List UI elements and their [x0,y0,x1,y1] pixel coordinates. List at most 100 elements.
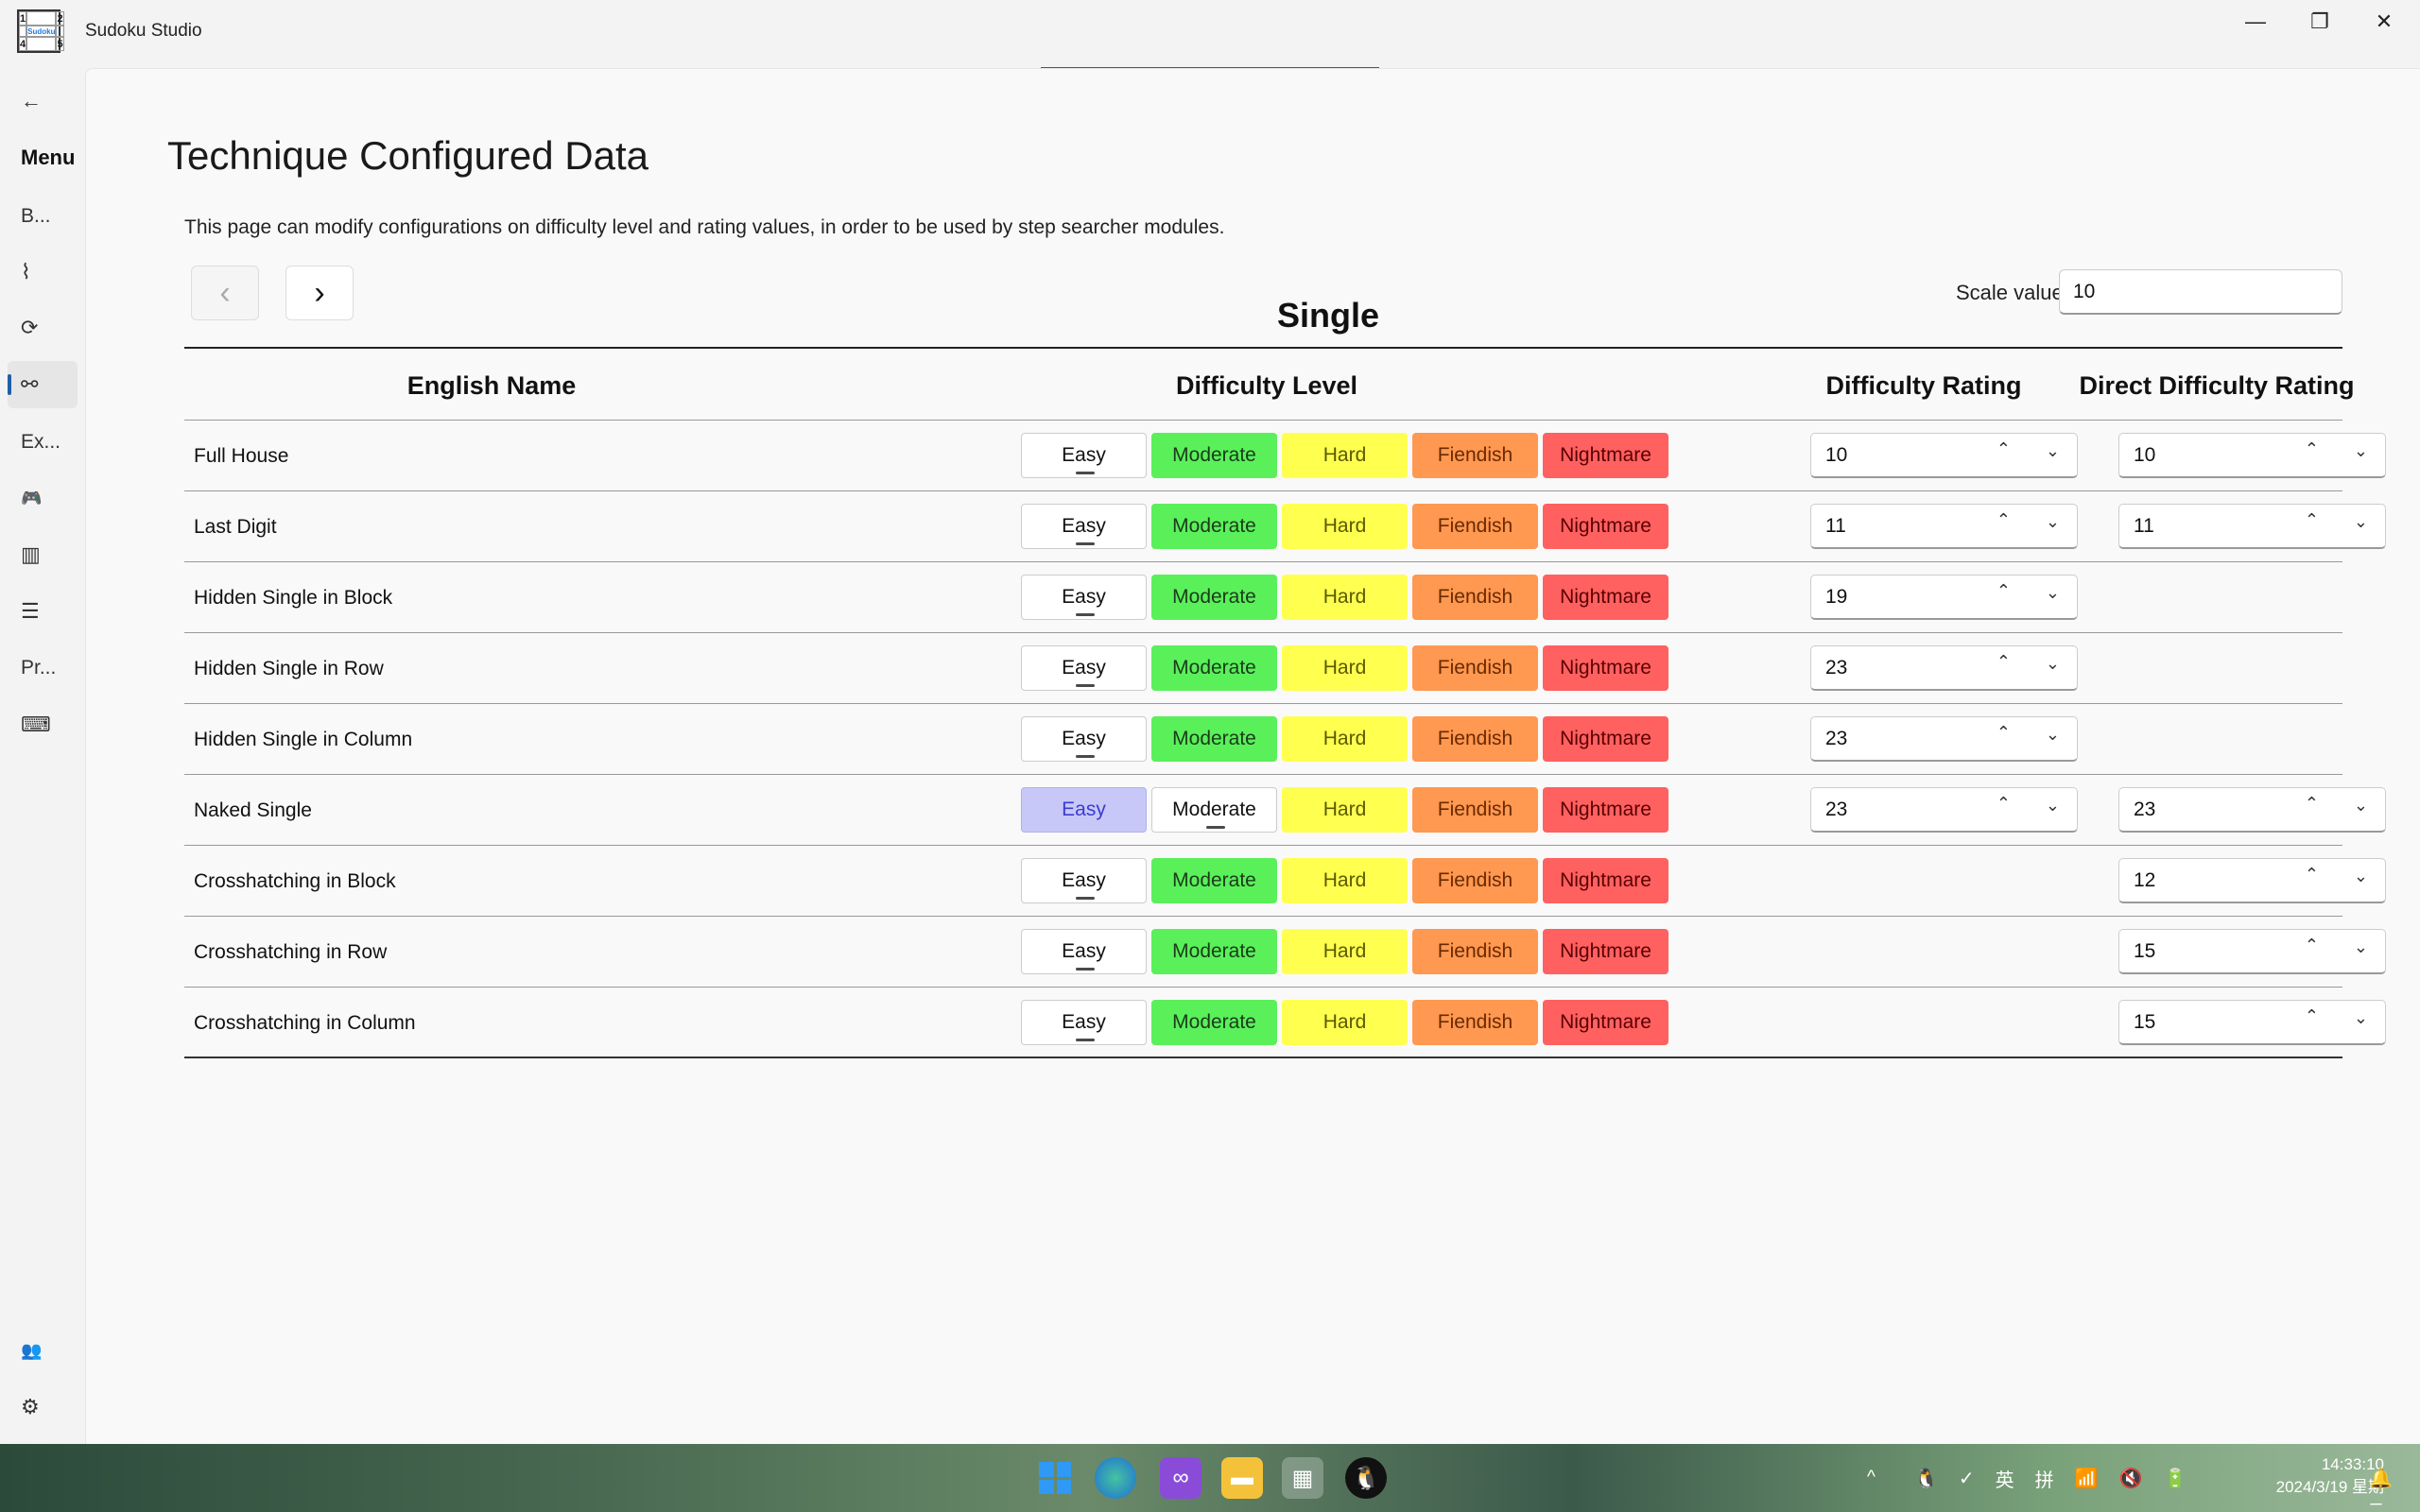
nav-item-library[interactable]: ▥ [8,531,78,578]
difficulty-fiendish-button[interactable]: Fiendish [1412,858,1538,903]
difficulty-moderate-button[interactable]: Moderate [1151,716,1277,762]
chevron-down-icon[interactable]: ⌄ [2354,796,2368,816]
difficulty-nightmare-button[interactable]: Nightmare [1543,716,1668,762]
difficulty-easy-button[interactable]: Easy [1021,433,1147,478]
direct-difficulty-rating-input[interactable]: 15 ⌃ ⌄ [2118,1000,2386,1045]
input-method-icon[interactable]: 拼 [2035,1465,2054,1492]
difficulty-nightmare-button[interactable]: Nightmare [1543,504,1668,549]
difficulty-moderate-button[interactable]: Moderate [1151,1000,1277,1045]
chevron-up-icon[interactable]: ⌃ [2305,865,2319,885]
file-explorer-icon[interactable]: ▬ [1221,1457,1263,1499]
scale-value-input[interactable]: 10 [2059,269,2342,315]
nav-item-game[interactable]: 🎮 [8,474,78,522]
difficulty-moderate-button[interactable]: Moderate [1151,645,1277,691]
chevron-up-icon[interactable]: ⌃ [1996,439,2011,459]
nav-item-list[interactable]: ☰ [8,588,78,635]
difficulty-easy-button[interactable]: Easy [1021,645,1147,691]
difficulty-nightmare-button[interactable]: Nightmare [1543,645,1668,691]
difficulty-fiendish-button[interactable]: Fiendish [1412,504,1538,549]
visual-studio-icon[interactable]: ∞ [1160,1457,1201,1499]
chevron-down-icon[interactable]: ⌄ [2354,937,2368,957]
chevron-up-icon[interactable]: ⌃ [1996,652,2011,672]
wifi-icon[interactable]: 📶 [2075,1467,2099,1490]
difficulty-easy-button[interactable]: Easy [1021,858,1147,903]
difficulty-nightmare-button[interactable]: Nightmare [1543,929,1668,974]
qq-icon[interactable]: 🐧 [1345,1457,1387,1499]
difficulty-easy-button[interactable]: Easy [1021,1000,1147,1045]
difficulty-moderate-button[interactable]: Moderate [1151,504,1277,549]
previous-page-button[interactable]: ‹ [191,266,259,320]
direct-difficulty-rating-input[interactable]: 10 ⌃ ⌄ [2118,433,2386,478]
difficulty-moderate-button[interactable]: Moderate [1151,858,1277,903]
difficulty-easy-button[interactable]: Easy [1021,504,1147,549]
difficulty-hard-button[interactable]: Hard [1282,858,1408,903]
difficulty-easy-button[interactable]: Easy [1021,575,1147,620]
chevron-up-icon[interactable]: ⌃ [1996,723,2011,743]
direct-difficulty-rating-input[interactable]: 11 ⌃ ⌄ [2118,504,2386,549]
chevron-up-icon[interactable]: ⌃ [2305,794,2319,814]
difficulty-fiendish-button[interactable]: Fiendish [1412,433,1538,478]
next-page-button[interactable]: › [285,266,354,320]
difficulty-rating-input[interactable]: 23 ⌃ ⌄ [1810,787,2078,833]
difficulty-hard-button[interactable]: Hard [1282,504,1408,549]
maximize-button[interactable]: ❐ [2288,0,2352,43]
difficulty-fiendish-button[interactable]: Fiendish [1412,1000,1538,1045]
difficulty-nightmare-button[interactable]: Nightmare [1543,433,1668,478]
nav-item-technique[interactable]: ⚯ [8,361,78,408]
difficulty-nightmare-button[interactable]: Nightmare [1543,787,1668,833]
chevron-up-icon[interactable]: ⌃ [1996,510,2011,530]
minimize-button[interactable]: — [2223,0,2288,43]
difficulty-rating-input[interactable]: 19 ⌃ ⌄ [1810,575,2078,620]
chevron-up-icon[interactable]: ⌃ [2305,1006,2319,1026]
difficulty-easy-button[interactable]: Easy [1021,929,1147,974]
difficulty-rating-input[interactable]: 10 ⌃ ⌄ [1810,433,2078,478]
app-tray-icon[interactable]: ✓ [1959,1467,1975,1490]
nav-item-extra[interactable]: Ex... [8,419,78,466]
difficulty-hard-button[interactable]: Hard [1282,433,1408,478]
difficulty-hard-button[interactable]: Hard [1282,929,1408,974]
clock[interactable]: 14:33:10 2024/3/19 星期二 [2261,1453,2384,1512]
chevron-up-icon[interactable]: ⌃ [2305,936,2319,955]
back-button[interactable]: ← [8,77,78,125]
difficulty-hard-button[interactable]: Hard [1282,1000,1408,1045]
difficulty-nightmare-button[interactable]: Nightmare [1543,575,1668,620]
edge-icon[interactable] [1095,1457,1136,1499]
nav-item-preference[interactable]: Pr... [8,644,78,692]
difficulty-fiendish-button[interactable]: Fiendish [1412,645,1538,691]
difficulty-rating-input[interactable]: 23 ⌃ ⌄ [1810,716,2078,762]
chevron-up-icon[interactable]: ⌃ [1996,581,2011,601]
battery-icon[interactable]: 🔋 [2163,1467,2187,1490]
chevron-down-icon[interactable]: ⌄ [2354,867,2368,886]
difficulty-moderate-button[interactable]: Moderate [1151,433,1277,478]
chevron-down-icon[interactable]: ⌄ [2046,796,2060,816]
difficulty-hard-button[interactable]: Hard [1282,787,1408,833]
difficulty-moderate-button[interactable]: Moderate [1151,929,1277,974]
difficulty-rating-input[interactable]: 23 ⌃ ⌄ [1810,645,2078,691]
chevron-down-icon[interactable]: ⌄ [2046,583,2060,603]
difficulty-moderate-button[interactable]: Moderate [1151,787,1277,833]
difficulty-rating-input[interactable]: 11 ⌃ ⌄ [1810,504,2078,549]
sudoku-studio-icon[interactable]: ▦ [1282,1457,1323,1499]
chevron-down-icon[interactable]: ⌄ [2354,441,2368,461]
notification-bell-icon[interactable]: 🔔 [2369,1467,2393,1490]
tray-overflow-chevron[interactable]: ^ [1867,1444,1876,1512]
nav-item-basic[interactable]: B... [8,193,78,240]
chevron-down-icon[interactable]: ⌄ [2046,441,2060,461]
difficulty-easy-button[interactable]: Easy [1021,787,1147,833]
direct-difficulty-rating-input[interactable]: 23 ⌃ ⌄ [2118,787,2386,833]
difficulty-nightmare-button[interactable]: Nightmare [1543,858,1668,903]
difficulty-fiendish-button[interactable]: Fiendish [1412,787,1538,833]
nav-item-settings[interactable]: ⚙ [8,1383,78,1431]
start-icon[interactable] [1034,1457,1076,1499]
chevron-up-icon[interactable]: ⌃ [1996,794,2011,814]
chevron-down-icon[interactable]: ⌄ [2046,654,2060,674]
difficulty-fiendish-button[interactable]: Fiendish [1412,575,1538,620]
qq-tray-icon[interactable]: 🐧 [1914,1467,1938,1490]
difficulty-moderate-button[interactable]: Moderate [1151,575,1277,620]
chevron-up-icon[interactable]: ⌃ [2305,439,2319,459]
difficulty-hard-button[interactable]: Hard [1282,575,1408,620]
chevron-down-icon[interactable]: ⌄ [2354,1008,2368,1028]
chevron-down-icon[interactable]: ⌄ [2046,725,2060,745]
difficulty-nightmare-button[interactable]: Nightmare [1543,1000,1668,1045]
nav-item-about[interactable]: 👥 [8,1327,78,1374]
